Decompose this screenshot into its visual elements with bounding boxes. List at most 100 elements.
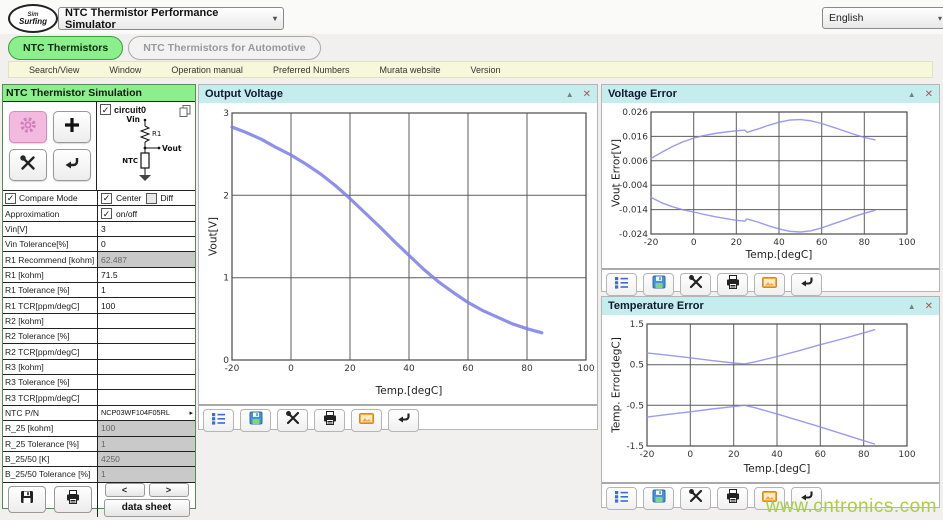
- param-row-b-25-50-tolerance: B_25/50 Tolerance [%]1: [3, 467, 195, 482]
- menu-item-search-view[interactable]: Search/View: [29, 65, 79, 75]
- param-value[interactable]: 0: [98, 237, 195, 251]
- svg-text:0: 0: [223, 356, 229, 366]
- prev-part-button[interactable]: <: [105, 483, 145, 497]
- gear-icon: [18, 115, 38, 140]
- param-value-text: 1: [101, 439, 106, 449]
- tools-button[interactable]: [680, 273, 711, 296]
- undo-button[interactable]: [388, 409, 419, 432]
- param-label: Approximation: [3, 206, 98, 220]
- param-label: R1 Tolerance [%]: [3, 283, 98, 297]
- save-button[interactable]: [8, 486, 46, 513]
- menu-item-murata-website[interactable]: Murata website: [379, 65, 440, 75]
- tools-button[interactable]: [9, 149, 47, 181]
- svg-text:0: 0: [691, 238, 697, 248]
- svg-text:-0.014: -0.014: [619, 206, 648, 216]
- svg-text:Vout: Vout: [162, 144, 182, 153]
- save-button[interactable]: [643, 273, 674, 296]
- diff-checkbox[interactable]: [146, 193, 157, 204]
- close-icon[interactable]: ✕: [583, 89, 591, 100]
- snapshot-button[interactable]: [754, 273, 785, 296]
- menu-item-version[interactable]: Version: [471, 65, 501, 75]
- language-dropdown[interactable]: English ▾: [822, 7, 943, 29]
- param-value[interactable]: [98, 390, 195, 404]
- data-sheet-button[interactable]: data sheet: [104, 499, 190, 517]
- circuit0-checkbox[interactable]: ✓: [100, 104, 111, 115]
- param-label: R1 Recommend [kohm]: [3, 252, 98, 266]
- print-button[interactable]: [54, 486, 92, 513]
- tab-ntc-thermistors-for-automotive[interactable]: NTC Thermistors for Automotive: [128, 36, 320, 60]
- close-icon[interactable]: ✕: [925, 89, 933, 100]
- center-checkbox[interactable]: ✓: [101, 193, 112, 204]
- param-label: R2 [kohm]: [3, 314, 98, 328]
- undo-icon: [799, 274, 815, 295]
- undo-button[interactable]: [791, 273, 822, 296]
- sidebar-tool-buttons: [3, 102, 97, 190]
- on-off-checkbox[interactable]: ✓: [101, 208, 112, 219]
- print-button[interactable]: [314, 409, 345, 432]
- param-value[interactable]: [98, 329, 195, 343]
- center-label: Center: [116, 193, 142, 203]
- svg-text:100: 100: [898, 450, 915, 460]
- print-button[interactable]: [717, 273, 748, 296]
- svg-text:-0.004: -0.004: [619, 181, 648, 191]
- svg-text:40: 40: [773, 238, 785, 248]
- menu-item-operation-manual[interactable]: Operation manual: [171, 65, 243, 75]
- param-value: 62.487: [98, 252, 195, 266]
- param-value[interactable]: [98, 375, 195, 389]
- print-button[interactable]: [717, 487, 748, 510]
- param-value[interactable]: NCP03WF104F05RL ▸: [98, 406, 195, 420]
- collapse-icon[interactable]: ▲: [908, 302, 916, 311]
- param-value-text: 62.487: [101, 255, 127, 265]
- tools-button[interactable]: [277, 409, 308, 432]
- app-selector-dropdown[interactable]: NTC Thermistor Performance Simulator ▾: [58, 7, 284, 30]
- legend-list-button[interactable]: [606, 273, 637, 296]
- param-row-r1-recommend-kohm: R1 Recommend [kohm]62.487: [3, 252, 195, 267]
- svg-text:0.5: 0.5: [630, 361, 644, 371]
- param-value-text: 1: [101, 285, 106, 295]
- save-icon: [248, 410, 264, 431]
- param-value[interactable]: 1: [98, 283, 195, 297]
- panel-title: Voltage Error: [608, 88, 677, 100]
- param-value[interactable]: [98, 314, 195, 328]
- printer-icon: [65, 489, 81, 510]
- param-value-text: NCP03WF104F05RL: [101, 408, 170, 417]
- param-label: R1 [kohm]: [3, 268, 98, 282]
- svg-text:40: 40: [403, 364, 415, 374]
- chevron-down-icon: ▾: [938, 14, 942, 23]
- param-value[interactable]: [98, 344, 195, 358]
- compare-mode-checkbox[interactable]: ✓: [5, 193, 16, 204]
- snapshot-button[interactable]: [351, 409, 382, 432]
- legend-list-button[interactable]: [203, 409, 234, 432]
- undo-button[interactable]: [53, 149, 91, 181]
- svg-text:80: 80: [521, 364, 533, 374]
- param-row-r-25-tolerance: R_25 Tolerance [%]1: [3, 437, 195, 452]
- param-value[interactable]: 71.5: [98, 268, 195, 282]
- add-circuit-button[interactable]: [53, 111, 91, 143]
- legend-list-icon: [210, 410, 227, 431]
- svg-text:R1: R1: [152, 130, 161, 138]
- collapse-icon[interactable]: ▲: [908, 90, 916, 99]
- language-value: English: [829, 12, 863, 24]
- tab-ntc-thermistors[interactable]: NTC Thermistors: [8, 36, 123, 60]
- param-row-r-25-kohm: R_25 [kohm]100: [3, 421, 195, 436]
- param-value-text: 0: [101, 239, 106, 249]
- settings-button[interactable]: [9, 111, 47, 143]
- param-value[interactable]: 3: [98, 222, 195, 236]
- save-button[interactable]: [643, 487, 674, 510]
- menu-bar: Search/View Window Operation manual Preferr…: [8, 61, 933, 78]
- tools-button[interactable]: [680, 487, 711, 510]
- next-part-button[interactable]: >: [149, 483, 189, 497]
- param-value[interactable]: 100: [98, 298, 195, 312]
- part-number-dropdown-icon[interactable]: ▸: [189, 409, 193, 417]
- menu-item-window[interactable]: Window: [109, 65, 141, 75]
- menu-item-preferred-numbers[interactable]: Preferred Numbers: [273, 65, 350, 75]
- param-value[interactable]: [98, 360, 195, 374]
- copy-circuit-icon[interactable]: [178, 104, 192, 123]
- param-label: R2 Tolerance [%]: [3, 329, 98, 343]
- close-icon[interactable]: ✕: [925, 301, 933, 312]
- save-button[interactable]: [240, 409, 271, 432]
- param-row-r2-tolerance: R2 Tolerance [%]: [3, 329, 195, 344]
- legend-list-button[interactable]: [606, 487, 637, 510]
- collapse-icon[interactable]: ▲: [566, 90, 574, 99]
- svg-text:20: 20: [728, 450, 740, 460]
